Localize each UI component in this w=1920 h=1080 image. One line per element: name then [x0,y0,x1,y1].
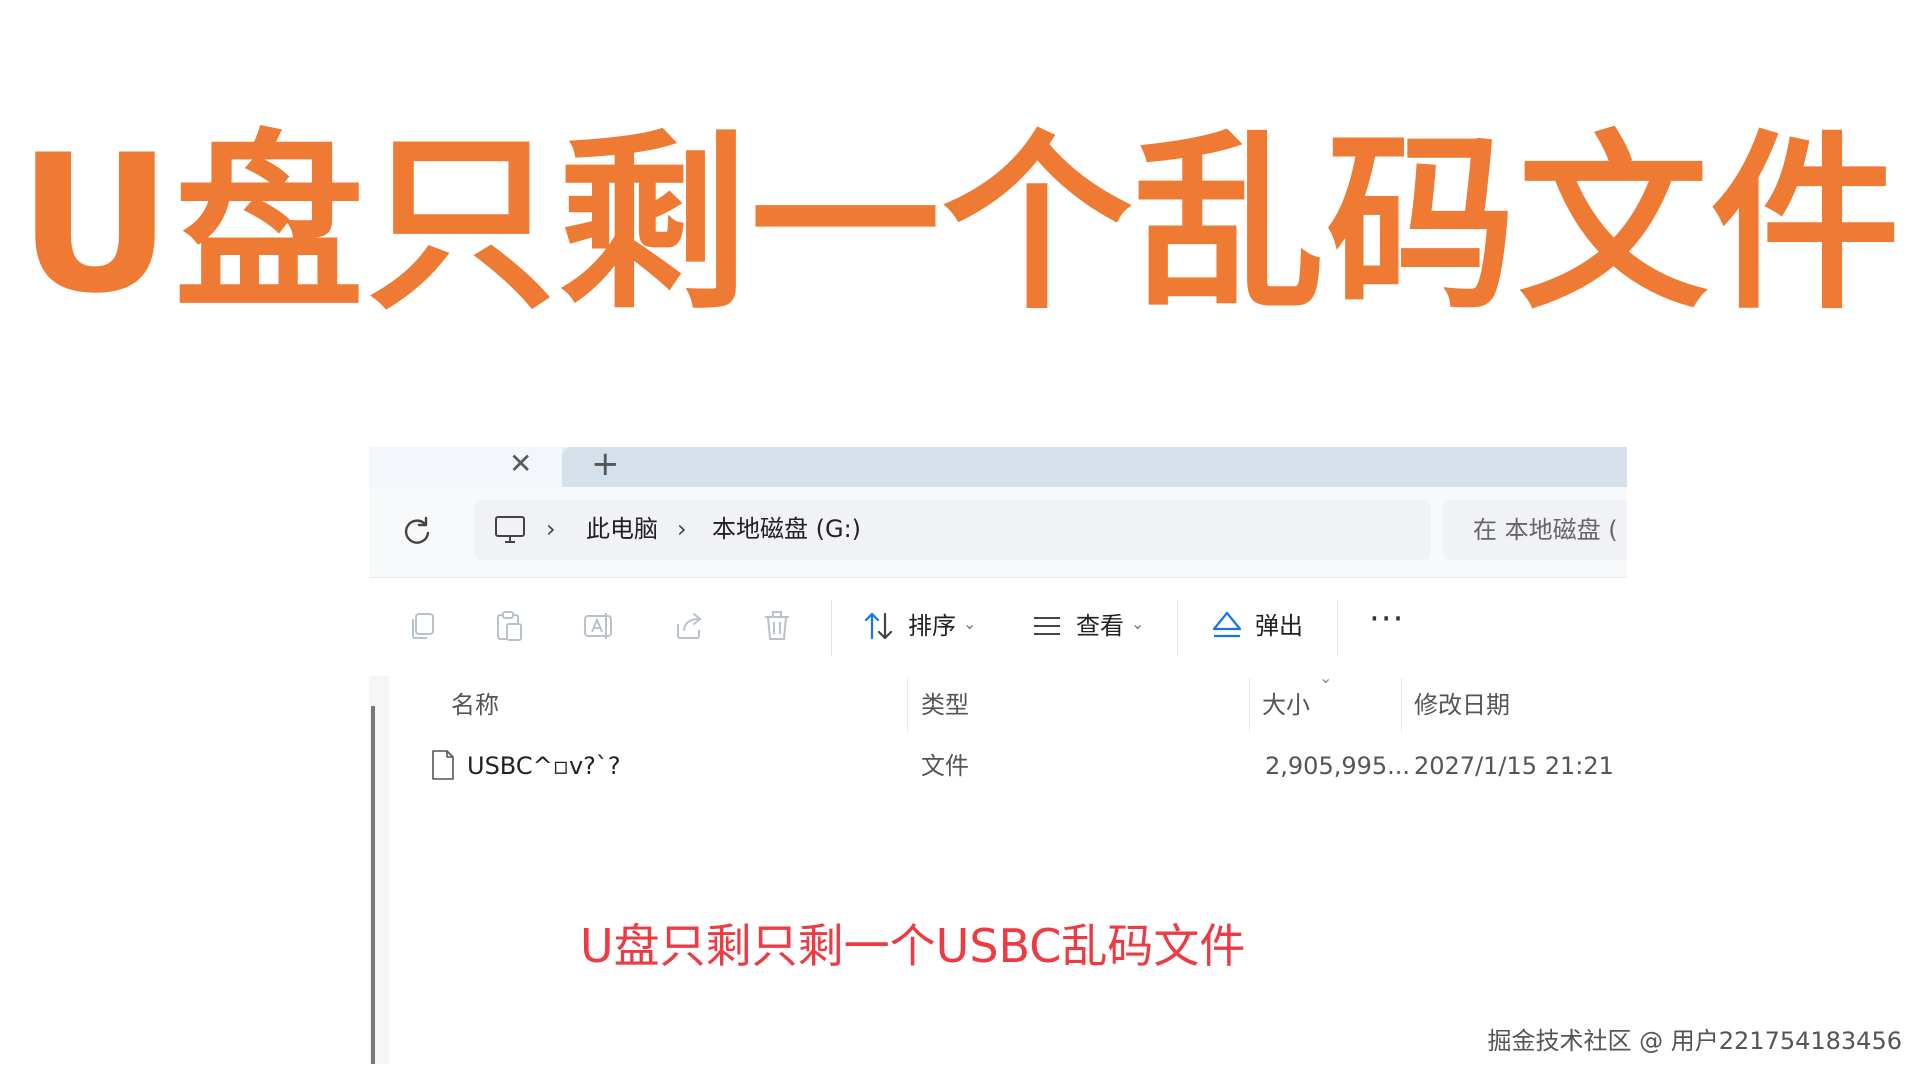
tab-active[interactable] [369,447,562,487]
sort-indicator-icon: ⌄ [1319,668,1333,687]
navigation-pane-divider[interactable] [371,706,375,1064]
delete-icon[interactable] [759,608,795,644]
address-row: › 此电脑 › 本地磁盘 (G:) 在 本地磁盘 ( [369,487,1627,578]
column-header-modified[interactable]: 修改日期 [1414,690,1510,720]
chevron-right-icon[interactable]: › [677,517,687,541]
page: U盘只剩一个乱码文件 ✕ + › 此电脑 › 本地磁盘 (G:) 在 本地磁盘 … [0,0,1920,1080]
chevron-right-icon[interactable]: › [546,517,556,541]
toolbar-divider [1337,600,1338,656]
eject-button[interactable]: 弹出 [1255,611,1303,641]
breadcrumb-this-pc[interactable]: 此电脑 [586,514,658,544]
file-type: 文件 [921,752,969,780]
new-tab-button[interactable]: + [591,447,620,481]
file-list: 名称 类型 ⌄ 大小 修改日期 USBC^▫v?`? 文件 2,905,995.… [369,670,1627,1064]
search-placeholder: 在 本地磁盘 ( [1473,516,1618,544]
close-icon[interactable]: ✕ [509,450,532,478]
sort-button[interactable]: 排序 [908,611,956,641]
this-pc-icon[interactable] [494,515,526,545]
column-divider[interactable] [1249,678,1250,732]
rename-icon[interactable] [581,608,617,644]
tab-strip: ✕ + [369,447,1627,487]
column-header-size[interactable]: 大小 [1262,690,1310,720]
eject-icon[interactable] [1209,608,1245,644]
file-size: 2,905,995... [1265,752,1411,780]
chevron-down-icon[interactable]: ⌄ [963,614,976,634]
file-name[interactable]: USBC^▫v?`? [467,751,621,781]
more-icon[interactable]: ··· [1369,602,1404,636]
copy-icon[interactable] [405,608,441,644]
column-divider[interactable] [907,678,908,732]
column-header-type[interactable]: 类型 [921,690,969,720]
tab-bar-background [562,447,1627,487]
column-header-name[interactable]: 名称 [451,690,499,720]
paste-icon[interactable] [491,608,527,644]
annotation-caption: U盘只剩只剩一个USBC乱码文件 [580,919,1246,973]
sort-icon[interactable] [861,608,897,644]
view-icon[interactable] [1029,608,1065,644]
watermark: 掘金技术社区 @ 用户221754183456 [1487,1027,1903,1055]
view-button[interactable]: 查看 [1076,611,1124,641]
headline-title: U盘只剩一个乱码文件 [17,114,1903,335]
refresh-icon[interactable] [399,513,435,549]
chevron-down-icon[interactable]: ⌄ [1131,614,1144,634]
toolbar-divider [831,600,832,656]
file-icon [432,750,454,780]
search-input[interactable]: 在 本地磁盘 ( [1443,500,1627,560]
file-modified-date: 2027/1/15 21:21 [1414,752,1614,780]
column-divider[interactable] [1401,678,1402,732]
address-bar[interactable]: › 此电脑 › 本地磁盘 (G:) [474,500,1431,560]
toolbar-divider [1177,600,1178,656]
command-toolbar: 排序 ⌄ 查看 ⌄ 弹出 ··· [369,578,1627,678]
breadcrumb-local-disk-g[interactable]: 本地磁盘 (G:) [712,514,861,544]
share-icon[interactable] [671,608,707,644]
